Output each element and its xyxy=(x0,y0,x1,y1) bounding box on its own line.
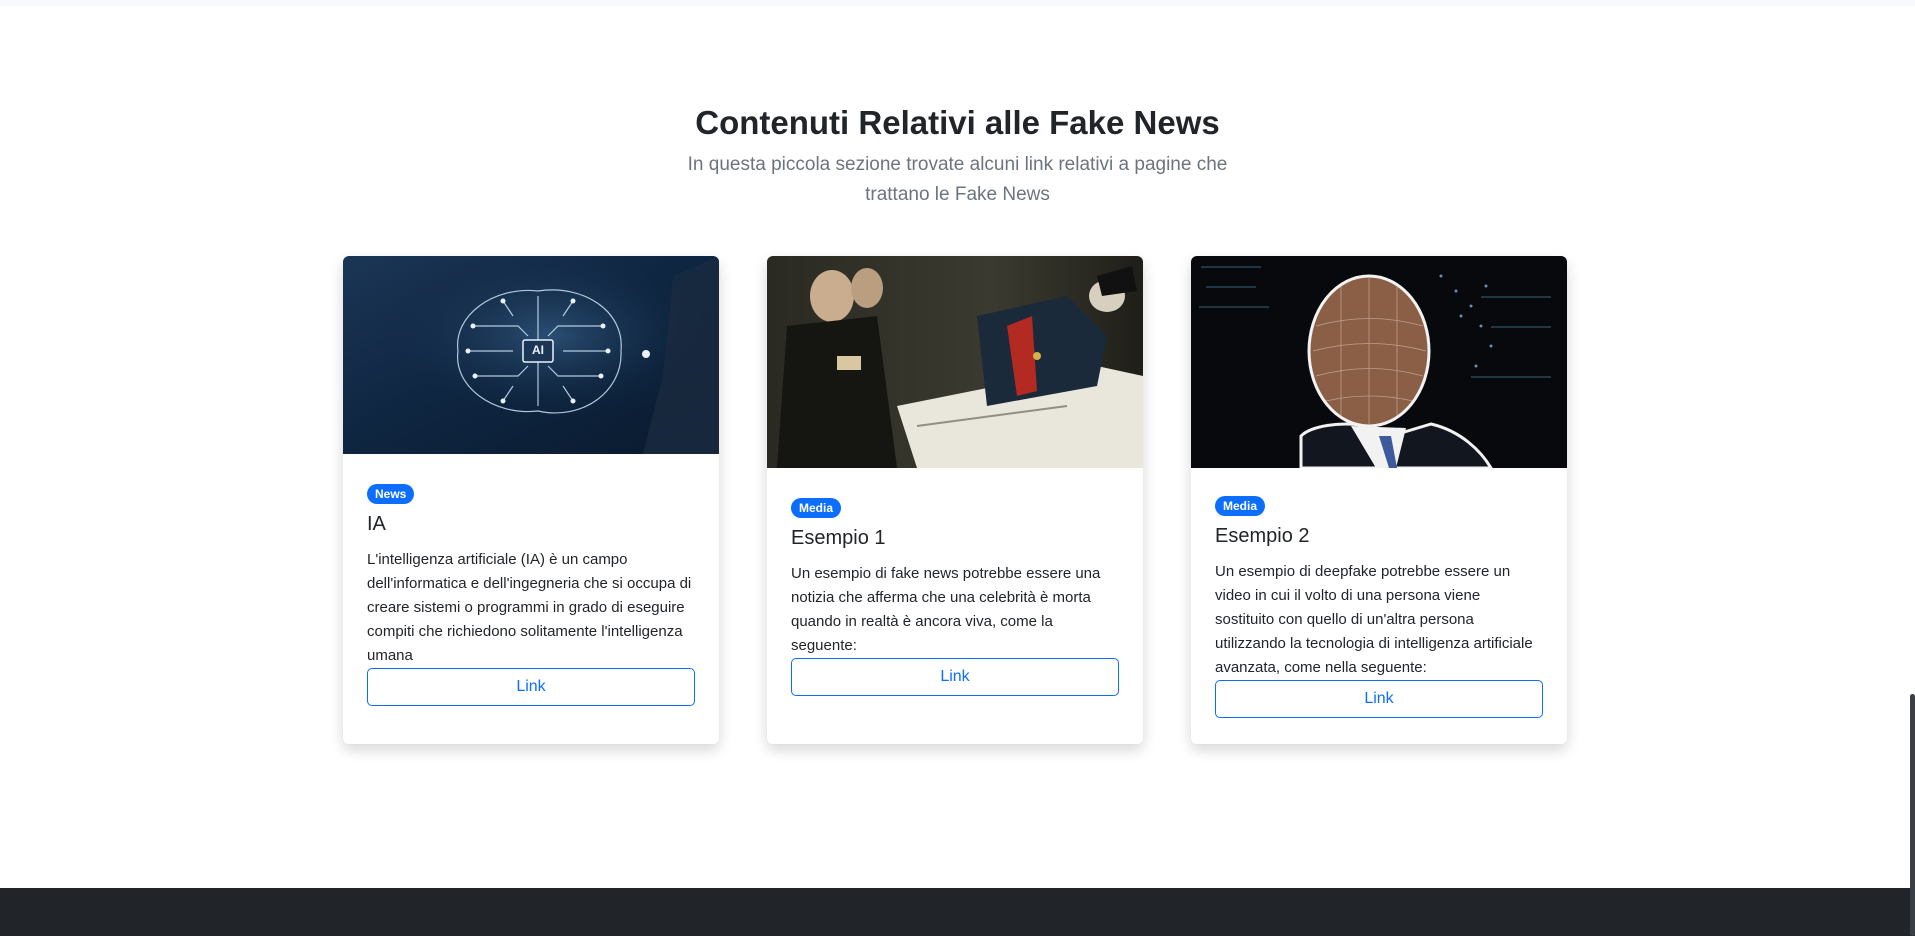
card-image xyxy=(1191,256,1567,468)
card-image xyxy=(767,256,1143,468)
deathbed-painting-image xyxy=(767,256,1143,468)
footer xyxy=(0,888,1915,936)
top-strip xyxy=(0,0,1915,6)
card-esempio-1: Media Esempio 1 Un esempio di fake news … xyxy=(767,256,1143,744)
card-title: Esempio 1 xyxy=(791,527,886,549)
card-ia: AI News IA L'intelligenza artificiale (I… xyxy=(343,256,719,744)
link-button[interactable]: Link xyxy=(1215,680,1543,718)
category-badge: Media xyxy=(791,498,842,518)
deepfake-face-image xyxy=(1191,256,1567,468)
card-text: L'intelligenza artificiale (IA) è un cam… xyxy=(367,551,692,664)
category-badge: Media xyxy=(1215,496,1266,516)
scrollbar-thumb[interactable] xyxy=(1910,694,1915,936)
section-subtitle: In questa piccola sezione trovate alcuni… xyxy=(687,154,1228,205)
card-text: Un esempio di fake news potrebbe essere … xyxy=(791,565,1101,654)
card-title: Esempio 2 xyxy=(1215,525,1310,547)
card-title: IA xyxy=(367,513,386,535)
section-title: Contenuti Relativi alle Fake News xyxy=(695,104,1220,141)
category-badge: News xyxy=(367,484,415,504)
section-header: Contenuti Relativi alle Fake News In que… xyxy=(0,100,1915,210)
ai-chip-label: AI xyxy=(532,343,544,357)
card-esempio-2: Media Esempio 2 Un esempio di deepfake p… xyxy=(1191,256,1567,744)
link-button[interactable]: Link xyxy=(791,658,1119,696)
card-body: News IA L'intelligenza artificiale (IA) … xyxy=(343,454,719,706)
link-button[interactable]: Link xyxy=(367,668,695,706)
card-image: AI xyxy=(343,256,719,454)
card-body: Media Esempio 1 Un esempio di fake news … xyxy=(767,468,1143,696)
card-body: Media Esempio 2 Un esempio di deepfake p… xyxy=(1191,468,1567,718)
card-text: Un esempio di deepfake potrebbe essere u… xyxy=(1215,563,1533,676)
